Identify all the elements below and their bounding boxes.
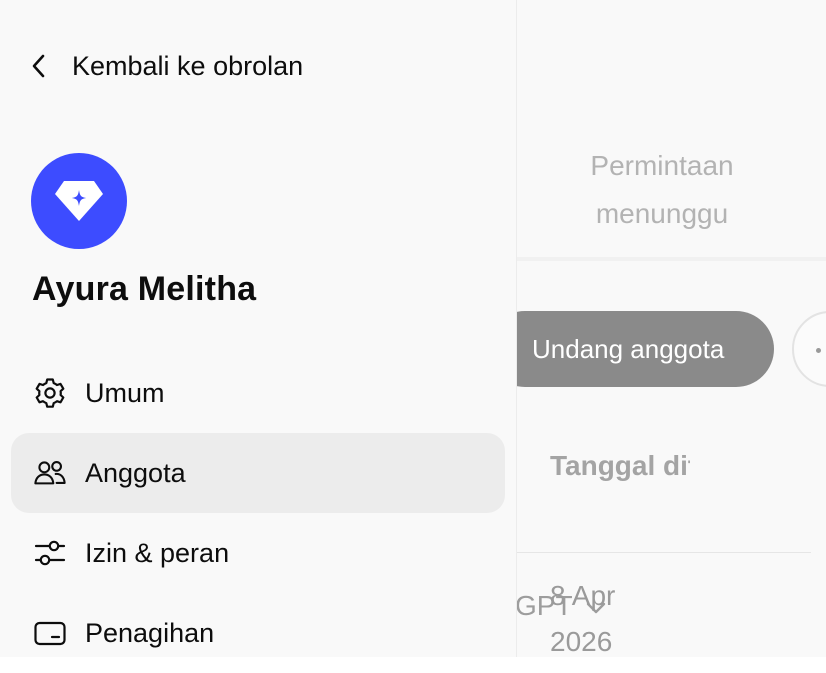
gear-icon	[33, 376, 67, 410]
sidebar-item-label: Izin & peran	[85, 537, 230, 568]
people-icon	[33, 456, 67, 490]
members-main-pane: Permintaan menunggu Undang anggota Tangg…	[517, 0, 826, 657]
more-dots-icon	[816, 348, 821, 353]
workspace-avatar	[31, 153, 127, 249]
more-options-button[interactable]	[792, 311, 826, 387]
sidebar-item-label: Anggota	[85, 457, 186, 488]
sidebar-item-members[interactable]: Anggota	[11, 433, 505, 513]
workspace-name: Ayura Melitha	[32, 270, 257, 308]
table-cell-date-added: 8 Apr 2026	[550, 580, 616, 657]
chevron-left-icon	[32, 54, 45, 78]
sliders-icon	[33, 536, 67, 570]
table-header-divider	[517, 552, 811, 553]
sidebar-item-permissions-roles[interactable]: Izin & peran	[11, 513, 505, 593]
column-header-date-added[interactable]: Tanggal ditambah	[550, 443, 690, 489]
tabs-divider	[517, 257, 826, 261]
sidebar-item-label: Umum	[85, 377, 165, 408]
settings-sidebar: Kembali ke obrolan Ayura Melitha Umum An…	[0, 0, 517, 657]
back-to-chat-label: Kembali ke obrolan	[72, 50, 304, 81]
credit-card-icon	[33, 616, 67, 650]
tab-pending-requests[interactable]: Permintaan menunggu	[557, 142, 767, 238]
invite-member-button[interactable]: Undang anggota	[517, 311, 774, 387]
diamond-sparkle-icon	[55, 181, 103, 221]
sidebar-item-label: Penagihan	[85, 617, 215, 648]
sidebar-item-general[interactable]: Umum	[11, 353, 505, 433]
sidebar-item-billing[interactable]: Penagihan	[11, 593, 505, 673]
back-to-chat-button[interactable]: Kembali ke obrolan	[30, 42, 303, 90]
